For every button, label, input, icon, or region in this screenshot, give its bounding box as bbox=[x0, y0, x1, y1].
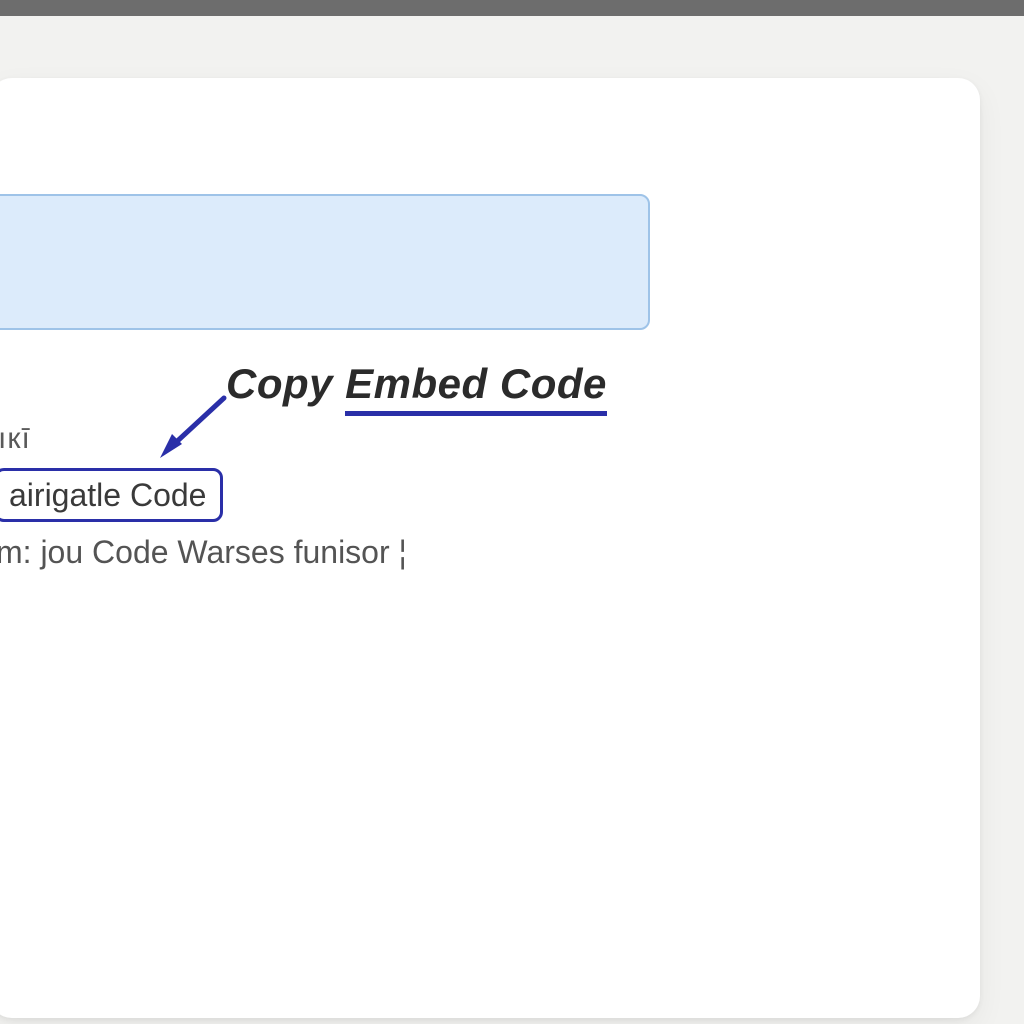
description-text: m: jou Code Warses funisor ¦ bbox=[0, 534, 407, 571]
window-topbar bbox=[0, 0, 1024, 16]
embed-code-button-label: airigatle Code bbox=[9, 477, 206, 514]
page-background: Copy Embed Code ıкī airigatle Code m: jo… bbox=[0, 16, 1024, 1024]
callout-prefix: Copy bbox=[226, 360, 345, 407]
embed-code-button[interactable]: airigatle Code bbox=[0, 468, 223, 522]
partial-label: ıкī bbox=[0, 422, 31, 456]
callout-emphasis: Embed Code bbox=[345, 360, 607, 416]
embed-preview-box[interactable] bbox=[0, 194, 650, 330]
callout-heading: Copy Embed Code bbox=[226, 360, 607, 408]
